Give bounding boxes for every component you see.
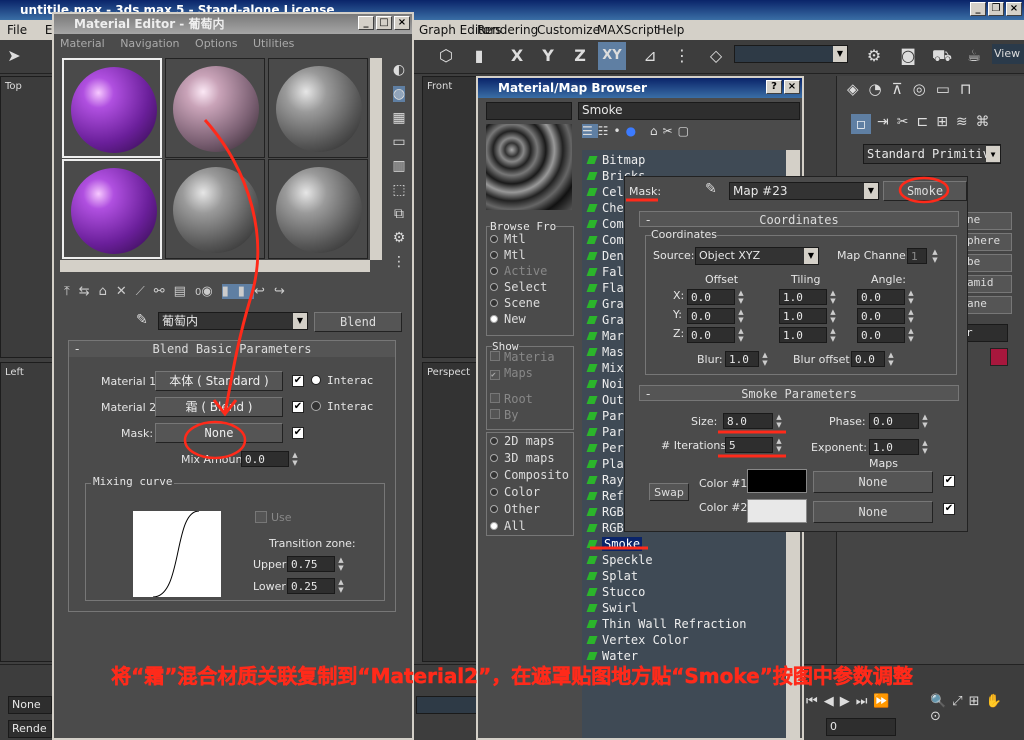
radio-dot bbox=[490, 454, 498, 462]
radio-dot bbox=[490, 251, 498, 259]
annotation-none-circle bbox=[183, 420, 247, 460]
checkbox-box bbox=[490, 351, 500, 361]
map-filter-radio[interactable]: Other bbox=[490, 502, 540, 516]
radio-dot bbox=[490, 283, 498, 291]
checkbox-box bbox=[490, 393, 500, 403]
root-checkbox[interactable]: Root bbox=[490, 392, 533, 406]
browse-from-radio[interactable]: Mtl bbox=[490, 248, 526, 262]
map-filter-radio[interactable]: 2D maps bbox=[490, 434, 555, 448]
radio-dot bbox=[490, 505, 498, 513]
map-filter-radio[interactable]: Composito bbox=[490, 468, 569, 482]
caption-text: 将“霜”混合材质关联复制到“Material2”，在遮罩贴图地方贴“Smoke”… bbox=[111, 664, 913, 689]
map-filter-radio[interactable]: Color bbox=[490, 485, 540, 499]
radio-dot bbox=[490, 488, 498, 496]
show-checkbox[interactable]: ✔ Maps bbox=[490, 366, 533, 380]
radio-dot bbox=[490, 437, 498, 445]
annotation-smoke-circle bbox=[898, 176, 950, 204]
browse-from-radio[interactable]: New bbox=[490, 312, 526, 326]
radio-dot bbox=[490, 522, 498, 530]
root-checkbox[interactable]: By bbox=[490, 408, 518, 422]
browse-from-radio[interactable]: Scene bbox=[490, 296, 540, 310]
radio-dot bbox=[490, 471, 498, 479]
browse-from-radio[interactable]: Mtl bbox=[490, 232, 526, 246]
checkbox-box: ✔ bbox=[490, 370, 500, 380]
show-checkbox[interactable]: Materia bbox=[490, 350, 555, 364]
map-filter-radio[interactable]: 3D maps bbox=[490, 451, 555, 465]
map-filter-radio[interactable]: All bbox=[490, 519, 526, 533]
checkbox-box bbox=[490, 409, 500, 419]
radio-dot bbox=[490, 267, 498, 275]
annotation-arrow bbox=[203, 118, 260, 413]
radio-dot bbox=[490, 299, 498, 307]
browse-from-radio[interactable]: Select bbox=[490, 280, 547, 294]
browse-from-radio[interactable]: Active bbox=[490, 264, 547, 278]
radio-dot bbox=[490, 315, 498, 323]
radio-dot bbox=[490, 235, 498, 243]
